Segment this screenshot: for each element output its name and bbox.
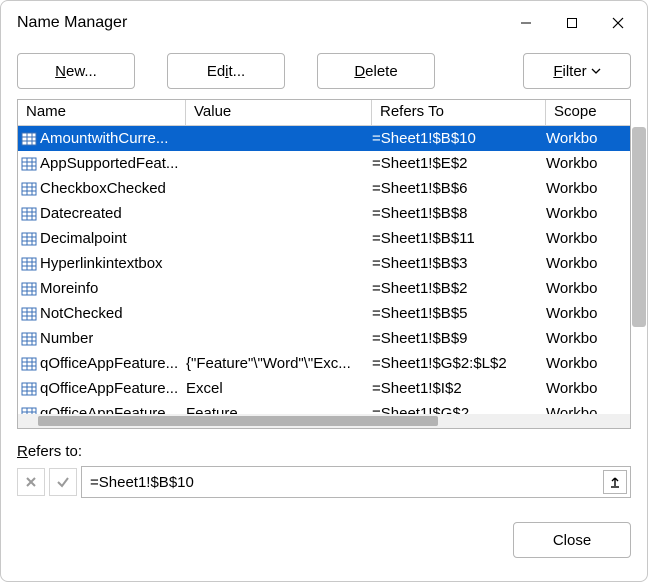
cell-scope: Workbo	[546, 330, 626, 347]
filter-button[interactable]: Filter	[523, 53, 631, 89]
cell-scope: Workbo	[546, 155, 626, 172]
cell-name: qOfficeAppFeature...	[40, 355, 178, 372]
minimize-button[interactable]	[503, 7, 549, 39]
table-icon	[20, 280, 38, 298]
check-icon	[56, 475, 70, 489]
cell-name: AppSupportedFeat...	[40, 155, 178, 172]
table-row[interactable]: Number =Sheet1!$B$9Workbo	[18, 326, 630, 351]
cell-refersto: =Sheet1!$G$2:$L$2	[372, 355, 546, 372]
col-header-refersto[interactable]: Refers To	[372, 100, 546, 125]
table-row[interactable]: AmountwithCurre... =Sheet1!$B$10Workbo	[18, 126, 630, 151]
toolbar: New... Edit... Delete Filter	[1, 45, 647, 99]
table-row[interactable]: Decimalpoint =Sheet1!$B$11Workbo	[18, 226, 630, 251]
vertical-scrollbar[interactable]	[632, 127, 646, 327]
cell-refersto: =Sheet1!$B$11	[372, 230, 546, 247]
table-row[interactable]: NotChecked =Sheet1!$B$5Workbo	[18, 301, 630, 326]
collapse-dialog-button[interactable]	[603, 470, 627, 494]
new-button[interactable]: New...	[17, 53, 135, 89]
close-window-button[interactable]	[595, 7, 641, 39]
cell-scope: Workbo	[546, 230, 626, 247]
horizontal-scrollbar[interactable]	[18, 414, 630, 428]
cell-name: Moreinfo	[40, 280, 98, 297]
table-row[interactable]: AppSupportedFeat... =Sheet1!$E$2Workbo	[18, 151, 630, 176]
maximize-button[interactable]	[549, 7, 595, 39]
col-header-name[interactable]: Name	[18, 100, 186, 125]
cell-name: qOfficeAppFeature...	[40, 405, 178, 414]
cell-scope: Workbo	[546, 255, 626, 272]
chevron-down-icon	[591, 68, 601, 74]
cell-refersto: =Sheet1!$B$6	[372, 180, 546, 197]
titlebar: Name Manager	[1, 1, 647, 45]
table-icon	[20, 330, 38, 348]
table-icon	[20, 355, 38, 373]
close-icon	[611, 16, 625, 30]
table-icon	[20, 205, 38, 223]
cell-scope: Workbo	[546, 180, 626, 197]
cell-scope: Workbo	[546, 205, 626, 222]
table-icon	[20, 180, 38, 198]
cell-value: {"Feature"\"Word"\"Exc...	[186, 355, 372, 372]
refers-to-label: Refers to:	[17, 443, 631, 460]
cell-refersto: =Sheet1!$B$10	[372, 130, 546, 147]
names-table: Name Value Refers To Scope AmountwithCur…	[17, 99, 631, 429]
table-row[interactable]: CheckboxChecked =Sheet1!$B$6Workbo	[18, 176, 630, 201]
cell-scope: Workbo	[546, 380, 626, 397]
table-icon	[20, 305, 38, 323]
cell-scope: Workbo	[546, 305, 626, 322]
minimize-icon	[520, 17, 532, 29]
cell-scope: Workbo	[546, 130, 626, 147]
table-row[interactable]: qOfficeAppFeature... Excel=Sheet1!$I$2Wor…	[18, 376, 630, 401]
delete-button[interactable]: Delete	[317, 53, 435, 89]
col-header-scope[interactable]: Scope	[546, 100, 626, 125]
table-row[interactable]: Moreinfo =Sheet1!$B$2Workbo	[18, 276, 630, 301]
x-icon	[24, 475, 38, 489]
cancel-edit-button[interactable]	[17, 468, 45, 496]
table-row[interactable]: qOfficeAppFeature... Feature=Sheet1!$G$2W…	[18, 401, 630, 414]
dialog-footer: Close	[1, 498, 647, 570]
arrow-up-icon	[609, 476, 621, 488]
maximize-icon	[566, 17, 578, 29]
name-manager-dialog: Name Manager New... Edit... Delete Filte…	[0, 0, 648, 582]
cell-name: CheckboxChecked	[40, 180, 166, 197]
window-title: Name Manager	[17, 14, 127, 32]
table-icon	[20, 230, 38, 248]
cell-name: qOfficeAppFeature...	[40, 380, 178, 397]
cell-scope: Workbo	[546, 355, 626, 372]
table-icon	[20, 155, 38, 173]
cell-name: Datecreated	[40, 205, 122, 222]
cell-refersto: =Sheet1!$B$5	[372, 305, 546, 322]
refers-to-input[interactable]	[81, 466, 631, 498]
table-row[interactable]: Hyperlinkintextbox =Sheet1!$B$3Workbo	[18, 251, 630, 276]
cell-name: Number	[40, 330, 93, 347]
table-row[interactable]: qOfficeAppFeature... {"Feature"\"Word"\"E…	[18, 351, 630, 376]
table-icon	[20, 380, 38, 398]
cell-refersto: =Sheet1!$B$8	[372, 205, 546, 222]
edit-button[interactable]: Edit...	[167, 53, 285, 89]
confirm-edit-button[interactable]	[49, 468, 77, 496]
cell-value: Excel	[186, 380, 372, 397]
table-header: Name Value Refers To Scope	[18, 100, 630, 126]
table-row[interactable]: Datecreated =Sheet1!$B$8Workbo	[18, 201, 630, 226]
table-icon	[20, 255, 38, 273]
table-icon	[20, 130, 38, 148]
cell-refersto: =Sheet1!$I$2	[372, 380, 546, 397]
cell-name: Decimalpoint	[40, 230, 127, 247]
col-header-value[interactable]: Value	[186, 100, 372, 125]
close-button[interactable]: Close	[513, 522, 631, 558]
cell-refersto: =Sheet1!$G$2	[372, 405, 546, 414]
cell-refersto: =Sheet1!$B$9	[372, 330, 546, 347]
cell-refersto: =Sheet1!$B$2	[372, 280, 546, 297]
cell-name: Hyperlinkintextbox	[40, 255, 163, 272]
horizontal-scroll-thumb[interactable]	[38, 416, 438, 426]
cell-refersto: =Sheet1!$B$3	[372, 255, 546, 272]
cell-refersto: =Sheet1!$E$2	[372, 155, 546, 172]
cell-value: Feature	[186, 405, 372, 414]
refers-to-section: Refers to:	[1, 429, 647, 498]
table-icon	[20, 405, 38, 415]
cell-name: AmountwithCurre...	[40, 130, 168, 147]
cell-scope: Workbo	[546, 405, 626, 414]
cell-name: NotChecked	[40, 305, 123, 322]
cell-scope: Workbo	[546, 280, 626, 297]
